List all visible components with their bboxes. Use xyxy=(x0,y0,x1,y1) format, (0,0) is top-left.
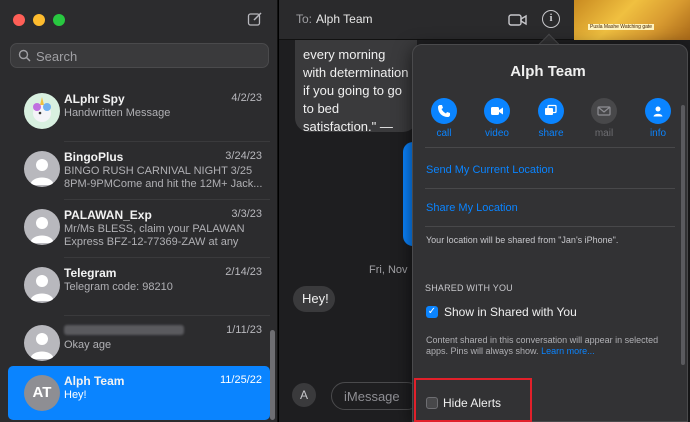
contact-name: BingoPlus xyxy=(64,150,124,164)
person-avatar-icon xyxy=(24,151,60,187)
message-date: 3/24/23 xyxy=(225,150,262,162)
recipient-name: Alph Team xyxy=(316,12,373,26)
close-window-button[interactable] xyxy=(13,14,25,26)
to-label: To: xyxy=(296,12,313,26)
message-date: 1/11/23 xyxy=(226,324,262,336)
message-preview: BINGO RUSH CARNIVAL NIGHT 3/25 8PM-9PMCo… xyxy=(64,165,263,190)
recipient-field[interactable]: To: Alph Team xyxy=(296,12,373,26)
conversation-item[interactable]: PALAWAN_Exp 3/3/23 Mr/Ms BLESS, claim your… xyxy=(0,200,270,258)
video-action-button[interactable]: video xyxy=(477,98,517,139)
facetime-video-icon[interactable] xyxy=(508,13,528,27)
shared-note: Content shared in this conversation will… xyxy=(426,335,681,357)
action-label: info xyxy=(649,128,667,139)
quote-message-bubble[interactable]: every morning with determination if you … xyxy=(295,40,417,132)
action-label: mail xyxy=(594,128,614,139)
message-preview: Hey! xyxy=(64,389,87,401)
share-screen-icon xyxy=(538,98,564,124)
person-icon xyxy=(645,98,671,124)
unicorn-avatar-icon xyxy=(24,93,60,129)
message-preview: Mr/Ms BLESS, claim your PALAWAN Express … xyxy=(64,223,245,250)
info-icon[interactable]: i xyxy=(542,10,560,28)
call-action-button[interactable]: call xyxy=(424,98,464,139)
zoom-window-button[interactable] xyxy=(53,14,65,26)
conversation-item[interactable]: Telegram 2/14/23 Telegram code: 98210 xyxy=(0,258,270,316)
shared-with-you-header: SHARED WITH YOU xyxy=(425,283,513,293)
sidebar: Search ALphr Spy 4/2/23 Handwritten Messag… xyxy=(0,0,278,422)
message-date: 11/25/22 xyxy=(219,374,262,386)
compose-icon[interactable] xyxy=(247,11,263,27)
person-avatar-icon xyxy=(24,325,60,361)
learn-more-link[interactable]: Learn more... xyxy=(541,346,595,356)
received-message-bubble[interactable]: Hey! xyxy=(293,286,335,312)
hide-alerts-checkbox[interactable] xyxy=(426,397,438,409)
divider xyxy=(425,188,675,189)
avatar: AT xyxy=(24,375,60,411)
mail-icon xyxy=(591,98,617,124)
message-text: Hey! xyxy=(302,291,329,306)
video-icon xyxy=(484,98,510,124)
message-preview: Okay age xyxy=(64,339,112,351)
action-label: video xyxy=(485,128,509,139)
message-preview: Telegram code: 98210 xyxy=(64,281,173,293)
info-action-button[interactable]: info xyxy=(638,98,678,139)
message-date: 4/2/23 xyxy=(231,92,262,104)
minimize-window-button[interactable] xyxy=(33,14,45,26)
contact-name: ALphr Spy xyxy=(64,92,125,106)
person-avatar-icon xyxy=(24,267,60,303)
group-title: Alph Team xyxy=(510,63,586,80)
person-avatar-icon xyxy=(24,209,60,245)
hide-alerts-label[interactable]: Hide Alerts xyxy=(443,396,501,410)
message-date: 2/14/23 xyxy=(225,266,262,278)
phone-icon xyxy=(431,98,457,124)
share-location-button[interactable]: Share My Location xyxy=(426,202,518,214)
location-note: Your location will be shared from "Jan's… xyxy=(426,235,619,245)
message-preview: Handwritten Message xyxy=(64,107,171,119)
mail-action-button[interactable]: mail xyxy=(584,98,624,139)
message-input[interactable]: iMessage xyxy=(331,382,421,410)
scrollbar[interactable] xyxy=(270,330,275,420)
chat-header: To: Alph Team i Pusla Mashe Watching gate xyxy=(279,0,690,40)
conversation-item[interactable]: BingoPlus 3/24/23 BINGO RUSH CARNIVAL NIGH… xyxy=(0,142,270,200)
contact-name: Telegram xyxy=(64,266,117,280)
divider xyxy=(425,147,675,148)
quote-text: every morning with determination if you … xyxy=(303,47,409,132)
show-in-shared-label[interactable]: Show in Shared with You xyxy=(444,305,577,319)
conversation-item[interactable]: AT Alph Team 11/25/22 Hey! xyxy=(8,366,270,420)
contact-name: Alph Team xyxy=(64,374,125,388)
search-icon xyxy=(18,49,31,62)
conversation-list: ALphr Spy 4/2/23 Handwritten Message BingoP… xyxy=(0,84,278,422)
action-label: share xyxy=(538,128,564,139)
contact-name-blurred xyxy=(64,324,184,338)
background-thumbnail: Pusla Mashe Watching gate xyxy=(574,0,690,40)
show-in-shared-checkbox[interactable]: ✓ xyxy=(426,306,438,318)
app-store-icon[interactable]: A xyxy=(292,383,316,407)
action-label: call xyxy=(436,128,452,139)
popover-scrollbar[interactable] xyxy=(681,105,685,365)
day-timestamp: Fri, Nov xyxy=(369,264,408,276)
message-date: 3/3/23 xyxy=(231,208,262,220)
conversation-item[interactable]: ALphr Spy 4/2/23 Handwritten Message xyxy=(0,84,270,142)
share-action-button[interactable]: share xyxy=(531,98,571,139)
search-placeholder: Search xyxy=(36,49,78,64)
thumbnail-caption: Pusla Mashe Watching gate xyxy=(588,24,655,30)
contact-name: PALAWAN_Exp xyxy=(64,208,152,222)
search-input[interactable]: Search xyxy=(10,43,269,68)
divider xyxy=(425,226,675,227)
details-popover: Alph Team call video share mail info Send My… xyxy=(412,44,688,422)
send-location-button[interactable]: Send My Current Location xyxy=(426,164,554,176)
